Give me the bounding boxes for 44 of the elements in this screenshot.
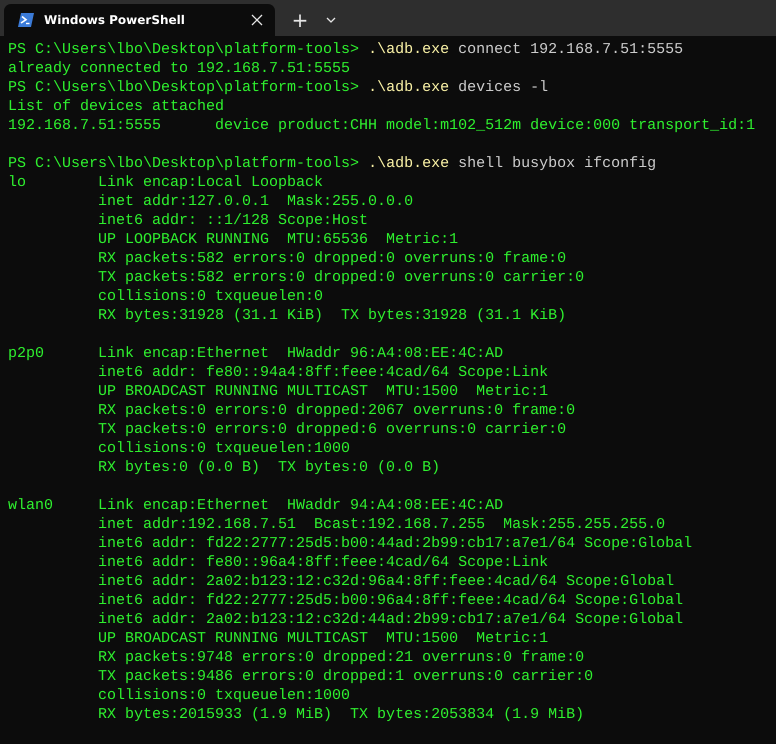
terminal-tab[interactable]: Windows PowerShell — [4, 4, 275, 36]
prompt-text: PS C:\Users\lbo\Desktop\platform-tools> — [8, 79, 360, 96]
output-line: collisions:0 txqueuelen:1000 — [97, 687, 350, 704]
output-line: UP LOOPBACK RUNNING MTU:65536 Metric:1 — [97, 231, 458, 248]
output-line: TX packets:0 errors:0 dropped:6 overruns:0 carrier:0 — [97, 421, 566, 438]
new-tab-button[interactable]: + — [283, 4, 317, 36]
output-line: inet addr:192.168.7.51 Bcast:192.168.7.255 Mask:255.255.255.0 — [97, 516, 666, 533]
prompt-text: PS C:\Users\lbo\Desktop\platform-tools> — [8, 41, 360, 58]
output-line: inet6 addr: fd22:2777:25d5:b00:44ad:2b99:cb17:a7e1/64 Scope:Global — [97, 535, 692, 552]
output-line: RX packets:0 errors:0 dropped:2067 overruns:0 frame:0 — [97, 402, 576, 419]
output-line: inet6 addr: ::1/128 Scope:Host — [97, 212, 368, 229]
output-line: RX bytes:2015933 (1.9 MiB) TX bytes:2053834 (1.9 MiB) — [97, 706, 584, 723]
command-name: .\adb.exe — [368, 41, 450, 58]
output-line: collisions:0 txqueuelen:1000 — [97, 440, 350, 457]
command-arguments: devices -l — [458, 79, 548, 96]
tab-title: Windows PowerShell — [44, 13, 186, 27]
output-line: wlan0 Link encap:Ethernet HWaddr 94:A4:08:EE:4C:AD — [8, 497, 504, 514]
output-line: inet6 addr: fe80::94a4:8ff:feee:4cad/64 Scope:Link — [97, 364, 548, 381]
output-line: inet6 addr: fe80::96a4:8ff:feee:4cad/64 Scope:Link — [97, 554, 548, 571]
output-line: lo Link encap:Local Loopback — [8, 174, 324, 191]
command-name: .\adb.exe — [368, 155, 450, 172]
output-line: TX packets:9486 errors:0 dropped:1 overruns:0 carrier:0 — [97, 668, 594, 685]
command-name: .\adb.exe — [368, 79, 450, 96]
output-line: p2p0 Link encap:Ethernet HWaddr 96:A4:08:EE:4C:AD — [8, 345, 504, 362]
prompt-text: PS C:\Users\lbo\Desktop\platform-tools> — [8, 155, 360, 172]
close-icon[interactable] — [251, 14, 263, 26]
output-line: 192.168.7.51:5555 device product:CHH model:m102_512m device:000 transport_id:1 — [8, 117, 756, 134]
command-arguments: connect 192.168.7.51:5555 — [458, 41, 684, 58]
output-line: inet addr:127.0.0.1 Mask:255.0.0.0 — [97, 193, 414, 210]
output-line: List of devices attached — [8, 98, 224, 115]
command-arguments: shell busybox ifconfig — [458, 155, 656, 172]
output-line: RX packets:582 errors:0 dropped:0 overruns:0 frame:0 — [97, 250, 566, 267]
output-line: inet6 addr: 2a02:b123:12:c32d:44ad:2b99:cb17:a7e1/64 Scope:Global — [97, 611, 684, 628]
output-line: UP BROADCAST RUNNING MULTICAST MTU:1500 Metric:1 — [97, 630, 548, 647]
powershell-icon — [18, 13, 34, 27]
output-line: inet6 addr: 2a02:b123:12:c32d:96a4:8ff:feee:4cad/64 Scope:Global — [97, 573, 674, 590]
output-line: UP BROADCAST RUNNING MULTICAST MTU:1500 Metric:1 — [97, 383, 548, 400]
output-line: TX packets:582 errors:0 dropped:0 overruns:0 carrier:0 — [97, 269, 584, 286]
output-line: RX packets:9748 errors:0 dropped:21 overruns:0 frame:0 — [97, 649, 584, 666]
output-line: RX bytes:31928 (31.1 KiB) TX bytes:31928 (31.1 KiB) — [97, 307, 566, 324]
output-line: inet6 addr: fd22:2777:25d5:b00:96a4:8ff:feee:4cad/64 Scope:Global — [97, 592, 684, 609]
output-line: RX bytes:0 (0.0 B) TX bytes:0 (0.0 B) — [97, 459, 440, 476]
output-line: collisions:0 txqueuelen:0 — [97, 288, 324, 305]
output-line: already connected to 192.168.7.51:5555 — [8, 60, 350, 77]
